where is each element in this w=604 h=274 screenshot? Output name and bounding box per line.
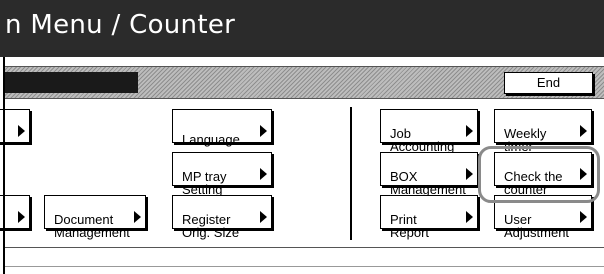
active-tab-indicator — [5, 72, 138, 93]
arrow-right-icon — [466, 125, 473, 137]
register-orig-size-label: Register Orig. Size — [182, 212, 240, 240]
arrow-right-icon — [580, 211, 587, 223]
mp-tray-setting-button[interactable]: MP tray Setting — [172, 152, 272, 196]
check-the-counter-label: Check the counter — [504, 169, 563, 197]
arrow-right-icon — [466, 211, 473, 223]
bottom-divider-top — [3, 247, 604, 248]
print-report-button[interactable]: Print Report — [380, 195, 478, 239]
print-report-label: Print Report — [390, 212, 430, 240]
arrow-right-icon — [18, 211, 25, 223]
language-button[interactable]: Language — [172, 109, 272, 147]
arrow-right-icon — [260, 168, 267, 180]
user-adjustment-label: User Adjustment — [504, 212, 570, 240]
user-adjustment-button[interactable]: User Adjustment — [494, 195, 592, 239]
column-divider — [350, 107, 352, 240]
check-the-counter-button[interactable]: Check the counter — [494, 152, 592, 196]
arrow-right-icon — [580, 168, 587, 180]
title-bar: n Menu / Counter — [0, 0, 604, 57]
arrow-right-icon — [580, 125, 587, 137]
arrow-right-icon — [260, 211, 267, 223]
job-accounting-button[interactable]: Job Accounting — [380, 109, 478, 153]
job-accounting-label: Job Accounting — [390, 126, 455, 154]
bottom-divider-bottom — [3, 266, 604, 267]
window-title: n Menu / Counter — [5, 10, 236, 40]
mp-tray-setting-label: MP tray Setting — [182, 169, 227, 197]
box-management-label: BOX Management — [390, 169, 466, 197]
weekly-timer-button[interactable]: Weekly timer — [494, 109, 592, 153]
arrow-right-icon — [260, 125, 267, 137]
weekly-timer-label: Weekly timer — [504, 126, 547, 154]
arrow-right-icon — [134, 211, 141, 223]
end-button[interactable]: End — [504, 72, 593, 94]
arrow-right-icon — [18, 125, 25, 137]
left-border — [3, 57, 5, 274]
box-management-button[interactable]: BOX Management — [380, 152, 478, 196]
language-label: Language — [182, 132, 240, 147]
arrow-right-icon — [466, 168, 473, 180]
register-orig-size-button[interactable]: Register Orig. Size — [172, 195, 272, 239]
document-management-label: Document Management — [54, 212, 130, 240]
document-management-button[interactable]: Document Management — [44, 195, 146, 239]
